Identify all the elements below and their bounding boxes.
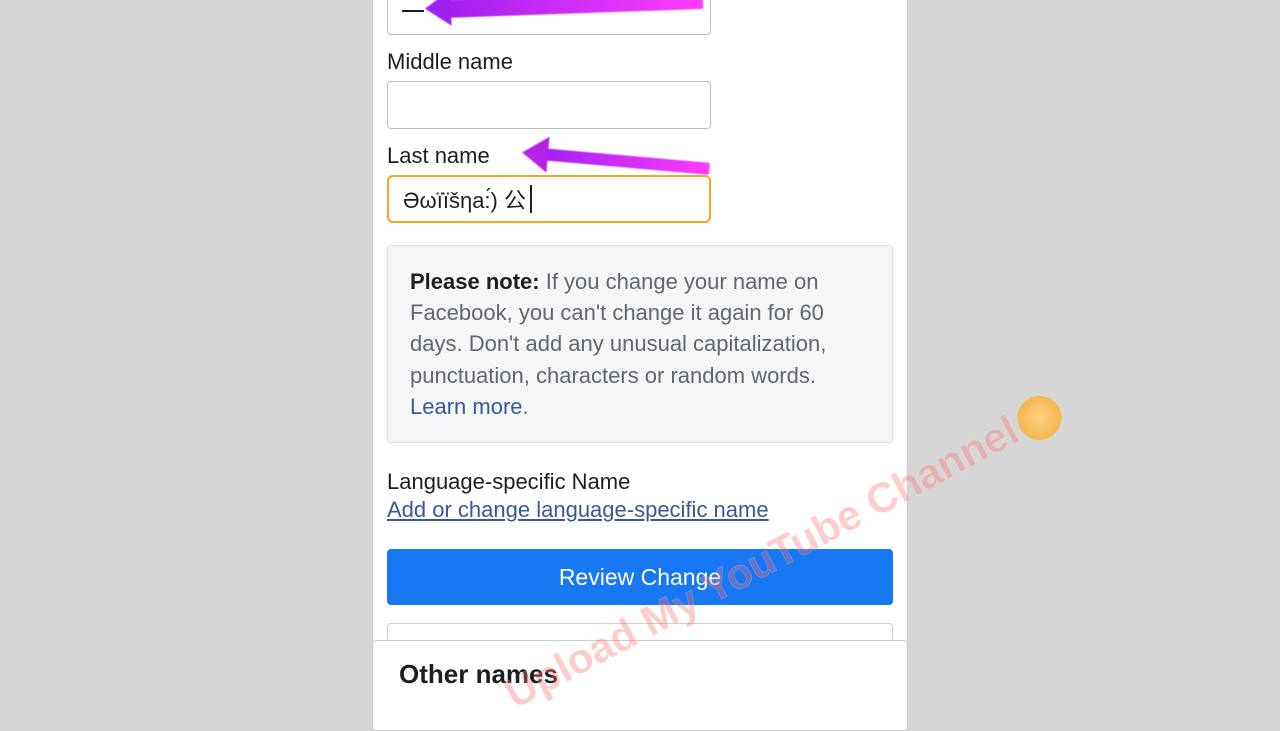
middle-name-input[interactable] [387, 81, 711, 129]
name-change-note: Please note: If you change your name on … [387, 245, 893, 443]
last-name-value: Ә‎‎ωїїšηa:́) 公 [403, 183, 526, 215]
name-settings-card: Middle name Last name Ә‎‎ωїїšηa:́) 公 Ple… [372, 0, 908, 694]
note-lead: Please note: [410, 269, 540, 294]
text-caret [530, 185, 532, 213]
other-names-card: Other names [372, 640, 908, 731]
last-name-input[interactable]: Ә‎‎ωїїšηa:́) 公 [387, 175, 711, 223]
note-tail: . [523, 394, 529, 419]
learn-more-link[interactable]: Learn more [410, 394, 523, 419]
review-change-button[interactable]: Review Change [387, 549, 893, 605]
language-name-heading: Language-specific Name [387, 469, 893, 495]
language-name-link[interactable]: Add or change language-specific name [387, 497, 893, 523]
other-names-heading: Other names [399, 659, 881, 690]
middle-name-label: Middle name [387, 49, 893, 75]
watermark-dot-icon [1010, 388, 1070, 448]
text-glyph [402, 10, 424, 12]
